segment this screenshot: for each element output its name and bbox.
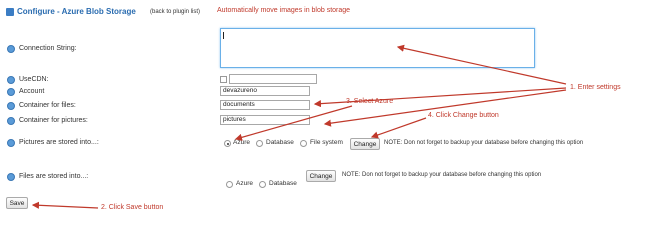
arrow-to-connection-string	[396, 44, 567, 85]
arrow-to-change-button	[370, 117, 427, 139]
arrow-to-save-button	[31, 201, 99, 209]
arrow-to-container-files	[313, 87, 567, 108]
annotation-arrows	[31, 44, 567, 209]
